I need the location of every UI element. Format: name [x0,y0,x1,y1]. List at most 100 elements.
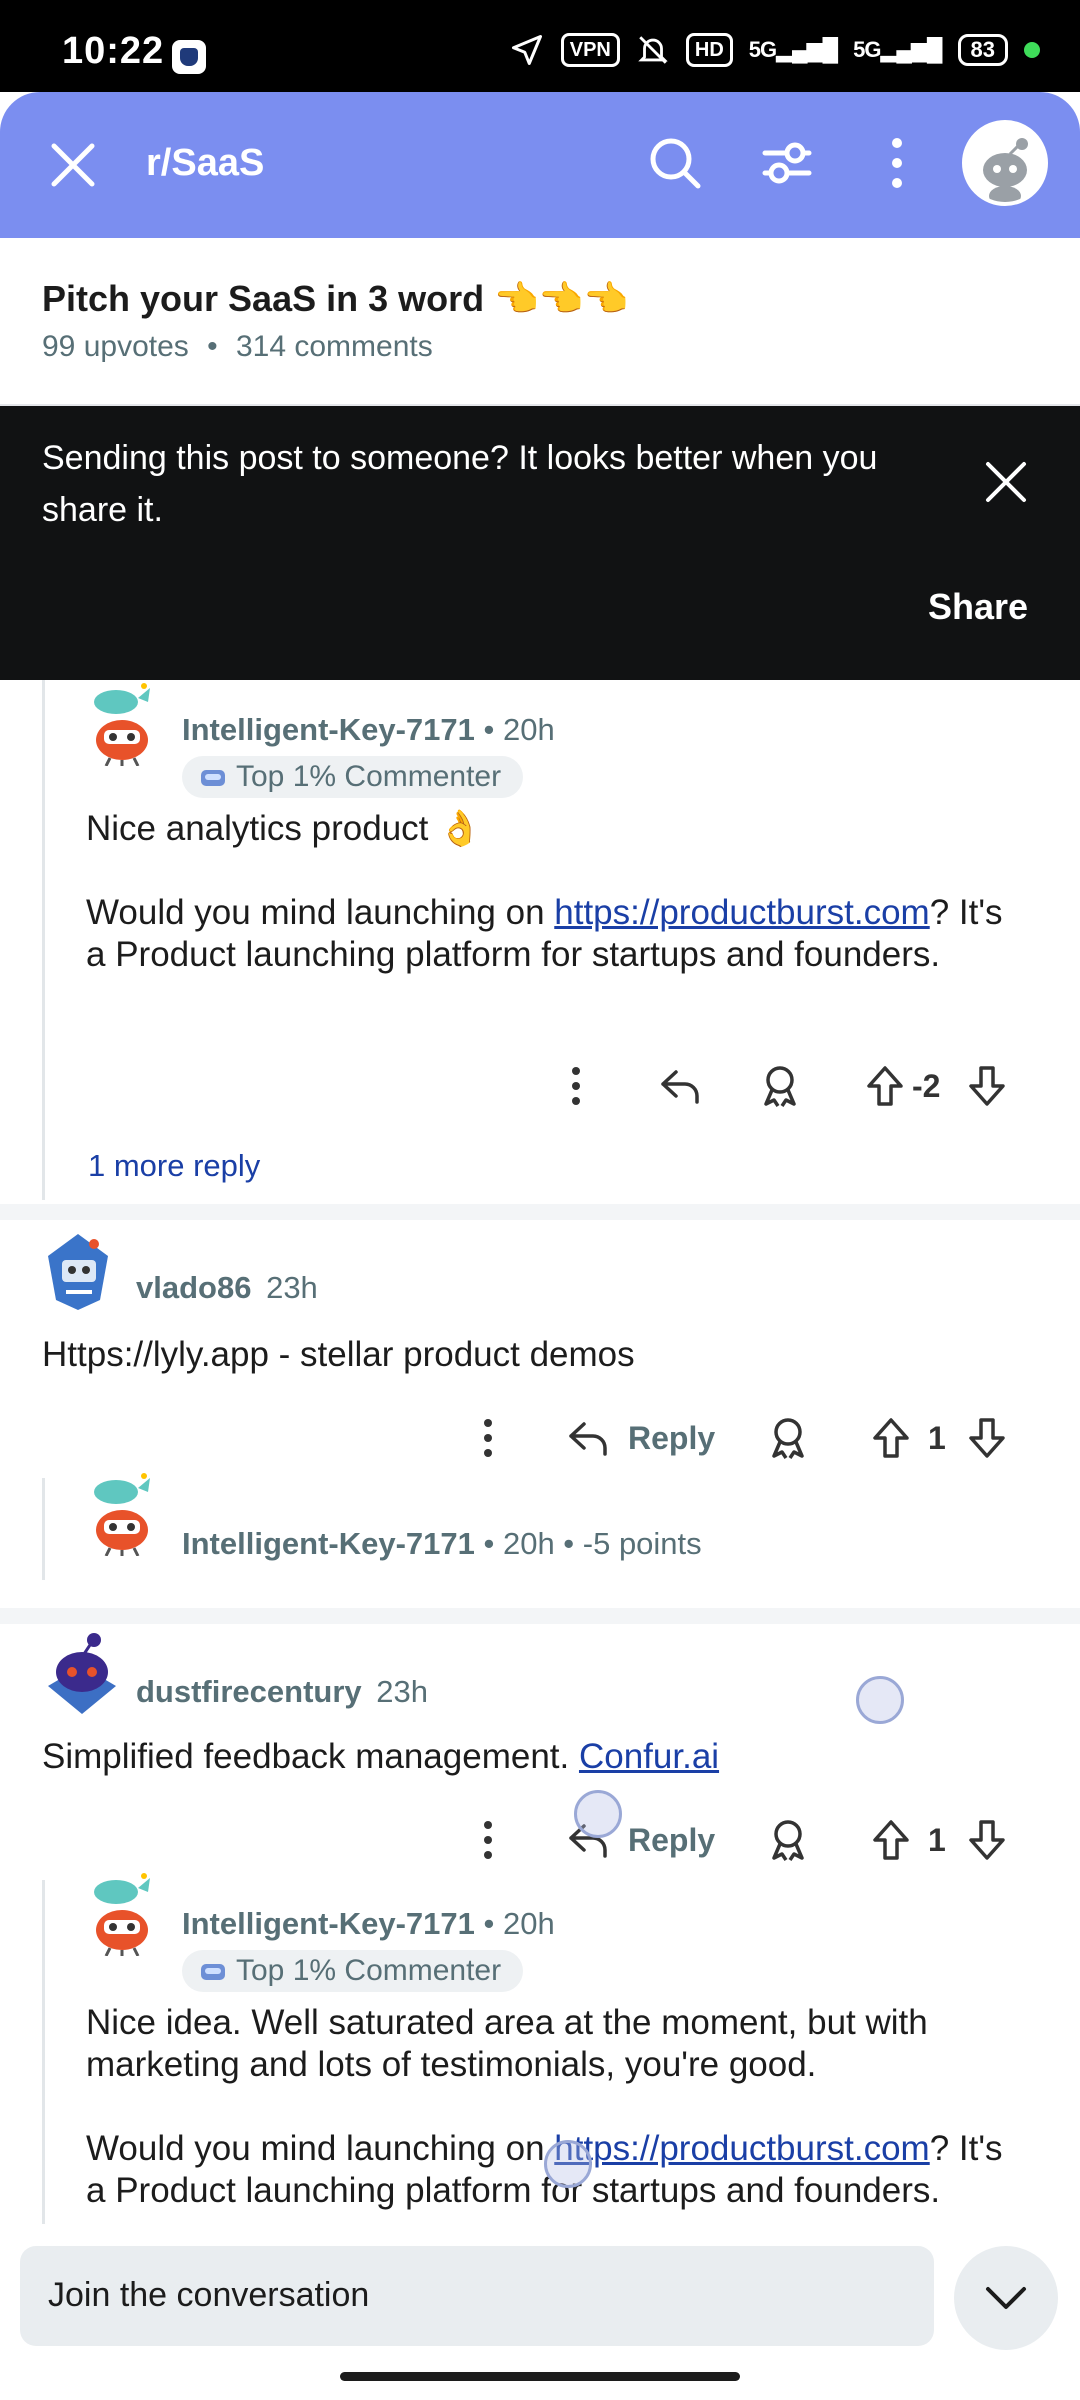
status-bar: 10:22 VPN HD 5G▂▄▆█ 5G▂▄▆█ 83 [0,0,1080,92]
post-title: Pitch your SaaS in 3 word 👈👈👈 [42,278,629,319]
award-button[interactable] [760,1408,816,1468]
post-header[interactable]: Pitch your SaaS in 3 word 👈👈👈 99 upvotes… [0,238,1080,406]
robot-avatar-icon [94,1473,150,1557]
location-icon [511,35,542,65]
upvote-button[interactable] [866,1408,916,1468]
more-vertical-icon [484,1821,492,1859]
close-button[interactable] [40,132,106,198]
comment-author[interactable]: vlado86 23h [136,1270,318,1306]
signal-icon: 5G▂▄▆█ [748,37,838,62]
commenter-avatar[interactable] [86,1870,158,1957]
filter-icon [762,142,812,184]
thread-line[interactable] [42,680,45,1200]
robot-avatar-icon [48,1234,108,1310]
comment-link[interactable]: Confur.ai [579,1737,719,1776]
app-bar: r/SaaS [0,92,1080,238]
overflow-menu-button[interactable] [862,128,932,198]
share-prompt-message: Sending this post to someone? It looks b… [42,439,878,529]
commenter-avatar[interactable] [44,1628,120,1718]
comment-body: Nice analytics product 👌 Would you mind … [86,809,1003,974]
more-replies-link[interactable]: 1 more reply [88,1148,260,1184]
privacy-dot-icon [1024,42,1040,58]
commenter-flair-icon [201,1964,225,1980]
comment-age: 23h [376,1674,429,1709]
comment-separator [0,1608,1080,1624]
comment-link[interactable]: https://productburst.com [554,893,929,932]
upvote-icon [867,1066,903,1106]
post-stats: 99 upvotes • 314 comments [42,330,433,364]
robot-avatar-icon [94,683,150,767]
reply-button[interactable] [652,1056,708,1116]
upvote-button[interactable] [860,1056,910,1116]
comment-author[interactable]: Intelligent-Key-7171 • 20h [182,712,555,748]
battery-icon: 83 [957,34,1008,66]
more-vertical-icon [484,1419,492,1457]
sort-filter-button[interactable] [752,128,822,198]
comment-options-button[interactable] [468,1408,508,1468]
upvote-icon [873,1418,909,1458]
comment-link[interactable]: https://productburst.com [554,2129,929,2168]
upvote-icon [873,1820,909,1860]
comment-separator [0,1204,1080,1220]
reply-button[interactable]: Reply [566,1408,715,1468]
join-conversation-input[interactable]: Join the conversation [20,2246,934,2346]
mute-bell-icon [638,36,668,64]
signal-icon-2: 5G▂▄▆█ [853,37,942,62]
comment-options-button[interactable] [468,1810,508,1870]
thread-line[interactable] [42,1478,45,1580]
comment-body: Simplified feedback management. Confur.a… [42,1737,720,1776]
commenter-avatar[interactable] [40,1226,116,1316]
commenter-avatar[interactable] [86,680,158,767]
app-notification-icon [172,40,206,74]
hd-icon: HD [685,33,733,67]
upvote-button[interactable] [866,1810,916,1870]
comment-author[interactable]: dustfirecentury 23h [136,1674,428,1710]
comment-age: • 20h [483,1906,555,1941]
snoo-avatar-icon [966,124,1044,202]
user-avatar[interactable] [962,120,1048,206]
close-icon [51,143,95,187]
downvote-button[interactable] [962,1810,1012,1870]
chevron-down-icon [986,2287,1026,2309]
collapsed-comment-author[interactable]: Intelligent-Key-7171 • 20h • -5 points [182,1526,702,1562]
comment-options-button[interactable] [556,1056,596,1116]
comment-body: Https://lyly.app - stellar product demos [42,1335,635,1374]
downvote-icon [969,1820,1005,1860]
vpn-icon: VPN [560,33,620,67]
search-button[interactable] [640,128,710,198]
award-icon [772,1820,804,1861]
share-prompt-banner: Sending this post to someone? It looks b… [0,406,1080,680]
award-icon [764,1066,796,1107]
user-flair: Top 1% Commenter [182,1950,524,1992]
commenter-flair-icon [201,770,225,786]
close-icon [986,462,1026,502]
next-comment-button[interactable] [954,2246,1058,2350]
touch-indicator [856,1676,904,1724]
search-icon [650,138,701,189]
vote-score: 1 [928,1821,946,1858]
clock: 10:22 [62,30,165,72]
more-vertical-icon [892,138,902,188]
comment-age: 23h [266,1270,318,1305]
comment-author[interactable]: Intelligent-Key-7171 • 20h [182,1906,555,1942]
award-button[interactable] [752,1056,808,1116]
thread-line[interactable] [42,1880,45,2224]
dismiss-banner-button[interactable] [976,452,1036,512]
gesture-nav-bar[interactable] [340,2372,740,2381]
comment-body: Nice idea. Well saturated area at the mo… [86,2003,1003,2210]
award-button[interactable] [760,1810,816,1870]
vote-score: -2 [912,1067,941,1104]
comment-age: • 20h [483,712,555,747]
subreddit-title[interactable]: r/SaaS [146,142,264,185]
more-vertical-icon [572,1067,580,1105]
downvote-button[interactable] [962,1056,1012,1116]
commenter-avatar[interactable] [86,1470,158,1557]
share-button[interactable]: Share [928,586,1028,628]
composer-placeholder: Join the conversation [48,2276,370,2314]
downvote-icon [969,1418,1005,1458]
downvote-icon [969,1066,1005,1106]
downvote-button[interactable] [962,1408,1012,1468]
robot-avatar-icon [94,1873,150,1957]
touch-indicator [544,2140,592,2188]
upvote-count: 99 upvotes [42,330,189,363]
